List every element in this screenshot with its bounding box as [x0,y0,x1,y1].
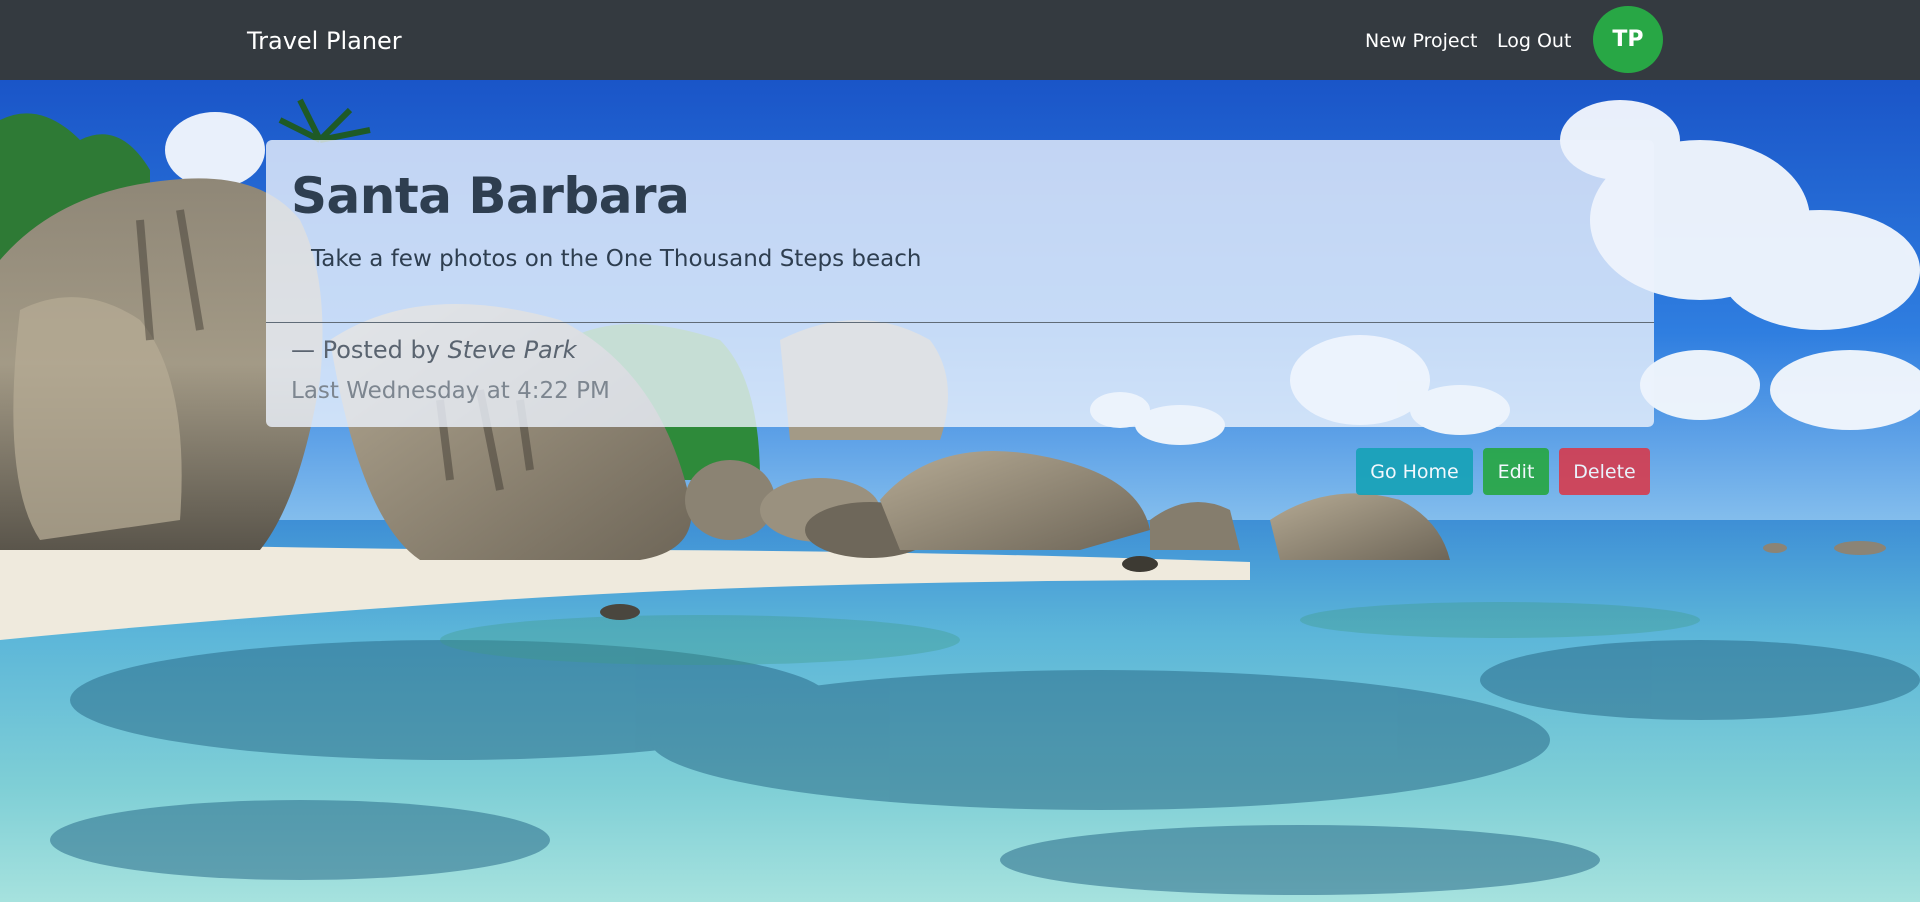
brand-link[interactable]: Travel Planer [247,26,402,56]
user-avatar[interactable]: TP [1593,6,1663,73]
log-out-link[interactable]: Log Out [1497,29,1571,53]
post-byline: — Posted by Steve Park [291,334,577,366]
post-author: Steve Park [447,336,577,364]
card-divider [266,322,1654,323]
new-project-link[interactable]: New Project [1365,29,1478,53]
edit-button[interactable]: Edit [1483,448,1549,495]
post-card: Santa Barbara Take a few photos on the O… [266,140,1654,427]
top-navbar: Travel Planer New Project Log Out TP [0,0,1920,80]
posted-by-label: — Posted by [291,336,440,364]
delete-button[interactable]: Delete [1559,448,1650,495]
post-timestamp: Last Wednesday at 4:22 PM [291,378,610,404]
post-description: Take a few photos on the One Thousand St… [311,246,922,272]
go-home-button[interactable]: Go Home [1356,448,1473,495]
post-title: Santa Barbara [291,167,690,225]
